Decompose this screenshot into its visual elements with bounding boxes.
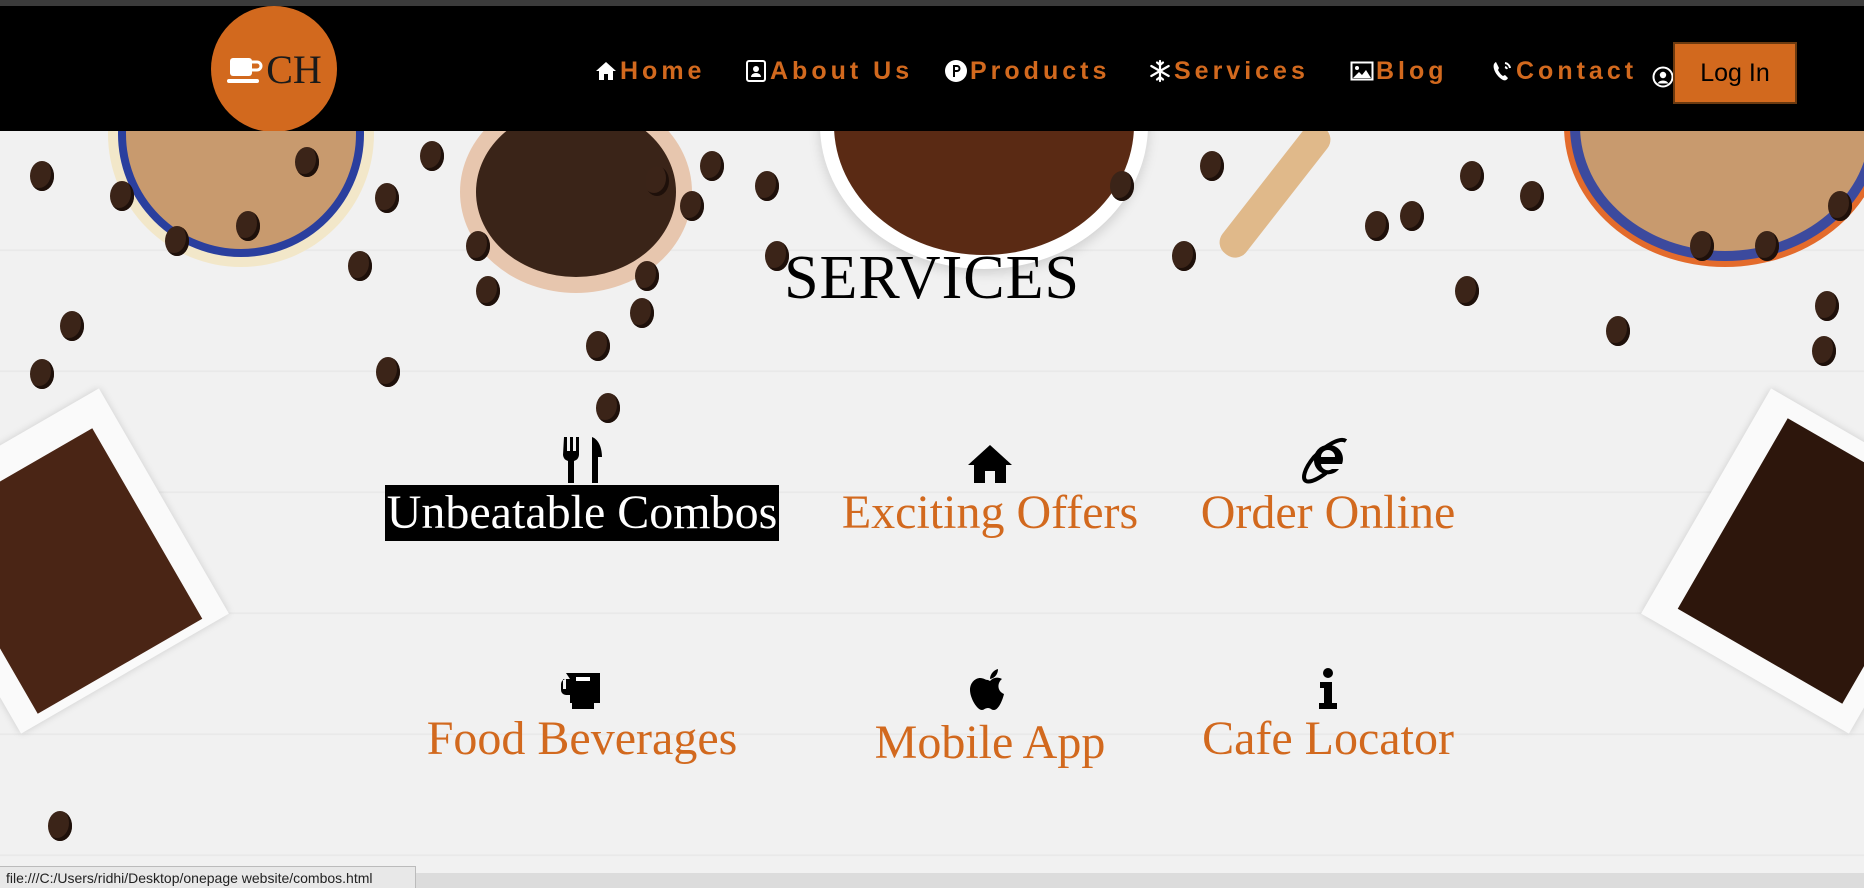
service-order-online-label: Order Online xyxy=(1200,486,1456,539)
nav-products-label: Products xyxy=(970,56,1111,85)
services-title: SERVICES xyxy=(784,244,1080,312)
service-order-online[interactable]: Order Online xyxy=(1118,435,1538,541)
nav-blog-label: Blog xyxy=(1376,56,1448,85)
cutlery-icon xyxy=(563,437,602,483)
coffee-cup-icon xyxy=(227,58,263,83)
service-cafe-locator[interactable]: Cafe Locator xyxy=(1118,667,1538,767)
user-circle-icon[interactable] xyxy=(1652,66,1674,88)
nav-services-label: Services xyxy=(1174,56,1309,85)
nav-about-us[interactable]: About Us xyxy=(744,54,913,88)
logo[interactable]: CH xyxy=(211,6,337,132)
info-icon xyxy=(1319,668,1337,709)
nav-services[interactable]: Services xyxy=(1148,54,1309,88)
contact-card-icon xyxy=(746,60,766,82)
service-unbeatable-combos-label: Unbeatable Combos xyxy=(384,485,780,541)
login-button[interactable]: Log In xyxy=(1673,42,1797,104)
nav-home[interactable]: Home xyxy=(594,54,705,88)
nav-contact-label: Contact xyxy=(1516,56,1638,85)
service-exciting-offers-label: Exciting Offers xyxy=(841,486,1139,539)
logo-text: CH xyxy=(266,46,322,92)
p-circle-icon xyxy=(945,60,967,82)
nav-contact[interactable]: Contact xyxy=(1490,54,1637,88)
services-section: SERVICES Unbeatable Combos Exciting Offe… xyxy=(0,131,1864,873)
nav-blog[interactable]: Blog xyxy=(1350,54,1448,88)
service-mobile-app-label: Mobile App xyxy=(874,716,1106,769)
service-food-beverages-label: Food Beverages xyxy=(426,712,738,765)
picture-icon xyxy=(1350,61,1374,81)
internet-explorer-icon xyxy=(1302,438,1348,484)
snowflake-icon xyxy=(1150,59,1170,83)
apple-icon xyxy=(970,669,1004,710)
horizontal-scrollbar[interactable] xyxy=(416,873,1864,888)
nav-about-us-label: About Us xyxy=(770,56,914,85)
service-food-beverages[interactable]: Food Beverages xyxy=(372,667,792,767)
status-bar-url: file:///C:/Users/ridhi/Desktop/onepage w… xyxy=(0,866,416,888)
nav-home-label: Home xyxy=(620,56,706,85)
service-cafe-locator-label: Cafe Locator xyxy=(1202,712,1454,765)
home-icon xyxy=(968,445,1012,483)
home-icon xyxy=(596,62,616,80)
navbar: CH Home About Us Products Services Blog … xyxy=(0,6,1864,132)
mug-icon xyxy=(561,673,600,709)
service-unbeatable-combos[interactable]: Unbeatable Combos xyxy=(372,435,792,541)
nav-products[interactable]: Products xyxy=(944,54,1110,88)
phone-icon xyxy=(1493,62,1511,81)
